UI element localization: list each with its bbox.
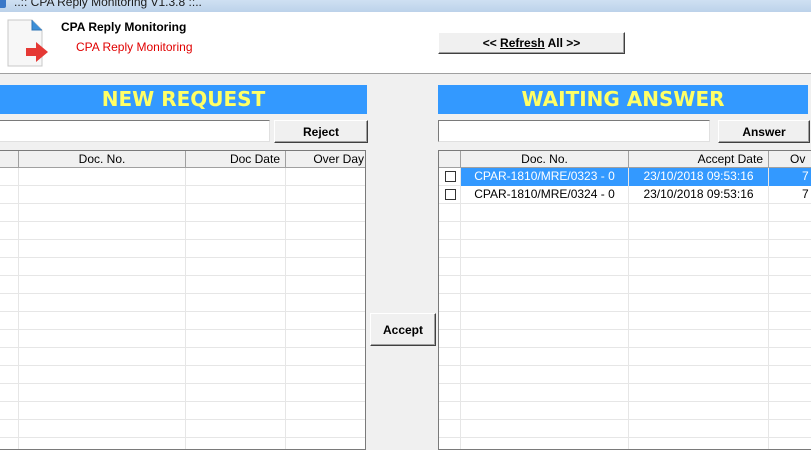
grid-line bbox=[0, 437, 365, 438]
grid-line bbox=[439, 275, 811, 276]
grid-line bbox=[0, 293, 365, 294]
app-subtitle: CPA Reply Monitoring bbox=[76, 40, 193, 54]
grid-line bbox=[185, 168, 186, 449]
grid-line bbox=[0, 347, 365, 348]
row-doc-no: CPAR-1810/MRE/0323 - 0 bbox=[461, 168, 628, 186]
grid-line bbox=[439, 365, 811, 366]
row-accept-date: 23/10/2018 09:53:16 bbox=[629, 168, 768, 186]
column-header-doc-no[interactable]: Doc. No. bbox=[461, 151, 629, 168]
column-header-accept-date[interactable]: Accept Date bbox=[629, 151, 769, 168]
grid-line bbox=[439, 221, 811, 222]
waiting-answer-banner: WAITING ANSWER bbox=[438, 85, 808, 114]
grid-line bbox=[0, 311, 365, 312]
grid-line bbox=[439, 419, 811, 420]
grid-line bbox=[439, 257, 811, 258]
grid-line bbox=[18, 168, 19, 449]
row-checkbox[interactable] bbox=[445, 189, 456, 200]
grid-line bbox=[0, 401, 365, 402]
accept-button[interactable]: Accept bbox=[370, 313, 436, 346]
window-title: ..:: CPA Reply Monitoring V1.3.8 ::.. bbox=[14, 0, 202, 9]
row-doc-no: CPAR-1810/MRE/0324 - 0 bbox=[474, 187, 615, 201]
select-column-header[interactable] bbox=[439, 151, 461, 168]
header: CPA Reply Monitoring CPA Reply Monitorin… bbox=[0, 12, 811, 74]
app-title: CPA Reply Monitoring bbox=[61, 20, 187, 34]
grid-line bbox=[0, 275, 365, 276]
grid-line bbox=[0, 257, 365, 258]
grid-line bbox=[768, 168, 769, 449]
grid-line bbox=[460, 168, 461, 449]
grid-line bbox=[439, 329, 811, 330]
grid-line bbox=[0, 203, 365, 204]
grid-line bbox=[439, 437, 811, 438]
grid-line bbox=[0, 239, 365, 240]
new-request-banner: NEW REQUEST bbox=[0, 85, 367, 114]
new-request-search-input[interactable] bbox=[0, 120, 270, 142]
grid-line bbox=[0, 419, 365, 420]
grid-line bbox=[0, 365, 365, 366]
grid-line bbox=[0, 185, 365, 186]
grid-line bbox=[439, 401, 811, 402]
reject-button[interactable]: Reject bbox=[274, 120, 368, 143]
grid-line bbox=[439, 311, 811, 312]
answer-button[interactable]: Answer bbox=[718, 120, 810, 143]
column-header-doc-date[interactable]: Doc Date bbox=[186, 151, 286, 168]
column-header-over[interactable]: Ov bbox=[769, 151, 811, 168]
column-header-over-day[interactable]: Over Day bbox=[286, 151, 365, 168]
select-column-header[interactable] bbox=[0, 151, 19, 168]
refresh-all-button[interactable]: << Refresh All >> bbox=[438, 32, 625, 54]
grid-line bbox=[439, 347, 811, 348]
grid-line bbox=[439, 383, 811, 384]
grid-line bbox=[439, 239, 811, 240]
refresh-label-prefix: << bbox=[482, 35, 501, 50]
app-icon bbox=[0, 0, 6, 8]
document-arrow-icon bbox=[6, 18, 50, 71]
refresh-label-main: Refresh bbox=[500, 35, 545, 50]
row-over: 7 bbox=[802, 187, 809, 201]
refresh-label-suffix: All >> bbox=[544, 35, 581, 50]
grid-line bbox=[285, 168, 286, 449]
waiting-answer-search-input[interactable] bbox=[438, 120, 710, 142]
row-over: 7 bbox=[769, 168, 811, 186]
column-header-doc-no[interactable]: Doc. No. bbox=[19, 151, 186, 168]
table-row[interactable]: CPAR-1810/MRE/0323 - 0 23/10/2018 09:53:1… bbox=[439, 168, 811, 186]
grid-line bbox=[0, 329, 365, 330]
grid-line bbox=[0, 383, 365, 384]
row-checkbox[interactable] bbox=[445, 171, 456, 182]
new-request-grid[interactable]: Doc. No. Doc Date Over Day bbox=[0, 150, 366, 450]
waiting-answer-grid[interactable]: Doc. No. Accept Date Ov CPAR-1810/MRE/03… bbox=[438, 150, 811, 450]
table-row[interactable]: CPAR-1810/MRE/0324 - 0 23/10/2018 09:53:1… bbox=[439, 186, 811, 204]
grid-line bbox=[0, 221, 365, 222]
grid-line bbox=[439, 293, 811, 294]
grid-line bbox=[628, 168, 629, 449]
row-accept-date: 23/10/2018 09:53:16 bbox=[643, 187, 754, 201]
title-bar: ..:: CPA Reply Monitoring V1.3.8 ::.. bbox=[0, 0, 811, 12]
